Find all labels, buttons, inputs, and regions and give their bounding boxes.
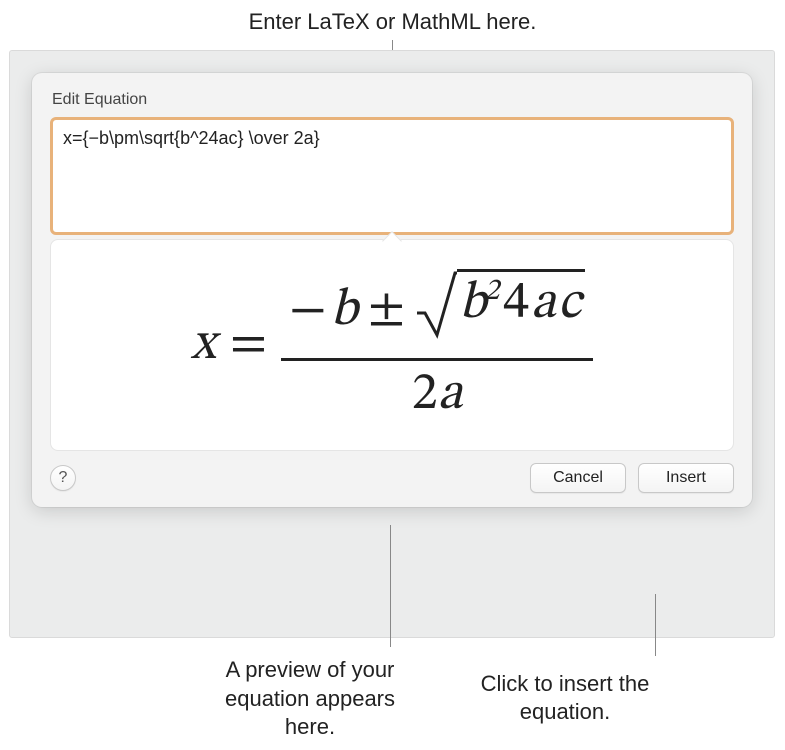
eq-4: 4 bbox=[503, 278, 529, 330]
eq-numerator: − b ± b 2 bbox=[281, 269, 593, 361]
rendered-equation: x = − b ± bbox=[191, 269, 593, 421]
dialog-button-row: ? Cancel Insert bbox=[50, 463, 734, 493]
eq-a: a bbox=[531, 278, 556, 330]
callout-input-hint: Enter LaTeX or MathML here. bbox=[223, 8, 563, 37]
eq-minus-sign: − bbox=[289, 285, 326, 337]
eq-variable-x: x bbox=[191, 313, 216, 378]
callout-preview-hint: A preview of your equation appears here. bbox=[200, 656, 420, 742]
eq-radicand: b 2 4 a c bbox=[457, 269, 585, 352]
eq-c: c bbox=[558, 278, 581, 330]
eq-minus-b: − b bbox=[289, 285, 358, 337]
button-group: Cancel Insert bbox=[530, 463, 734, 493]
sqrt-icon bbox=[415, 269, 457, 352]
eq-den-a: a bbox=[438, 369, 463, 421]
help-button[interactable]: ? bbox=[50, 465, 76, 491]
cancel-button[interactable]: Cancel bbox=[530, 463, 626, 493]
eq-sqrt: b 2 4 a c bbox=[415, 269, 585, 352]
eq-b2: b bbox=[459, 278, 486, 330]
dialog-title: Edit Equation bbox=[50, 91, 734, 109]
equation-input[interactable] bbox=[50, 117, 734, 235]
callout-leader-preview bbox=[390, 525, 391, 647]
edit-equation-dialog: Edit Equation x = − b ± bbox=[32, 73, 752, 507]
eq-plus-minus: ± bbox=[368, 285, 405, 337]
insert-button[interactable]: Insert bbox=[638, 463, 734, 493]
eq-superscript-2: 2 bbox=[484, 277, 499, 307]
equation-preview: x = − b ± bbox=[50, 239, 734, 451]
callout-leader-insert bbox=[655, 594, 656, 656]
eq-den-2: 2 bbox=[412, 369, 438, 421]
eq-fraction: − b ± b 2 bbox=[281, 269, 593, 421]
eq-denominator: 2a bbox=[412, 361, 463, 421]
window-backdrop: Edit Equation x = − b ± bbox=[9, 50, 775, 638]
eq-b: b bbox=[331, 285, 358, 337]
callout-insert-hint: Click to insert the equation. bbox=[460, 670, 670, 727]
eq-equals: = bbox=[230, 313, 267, 378]
